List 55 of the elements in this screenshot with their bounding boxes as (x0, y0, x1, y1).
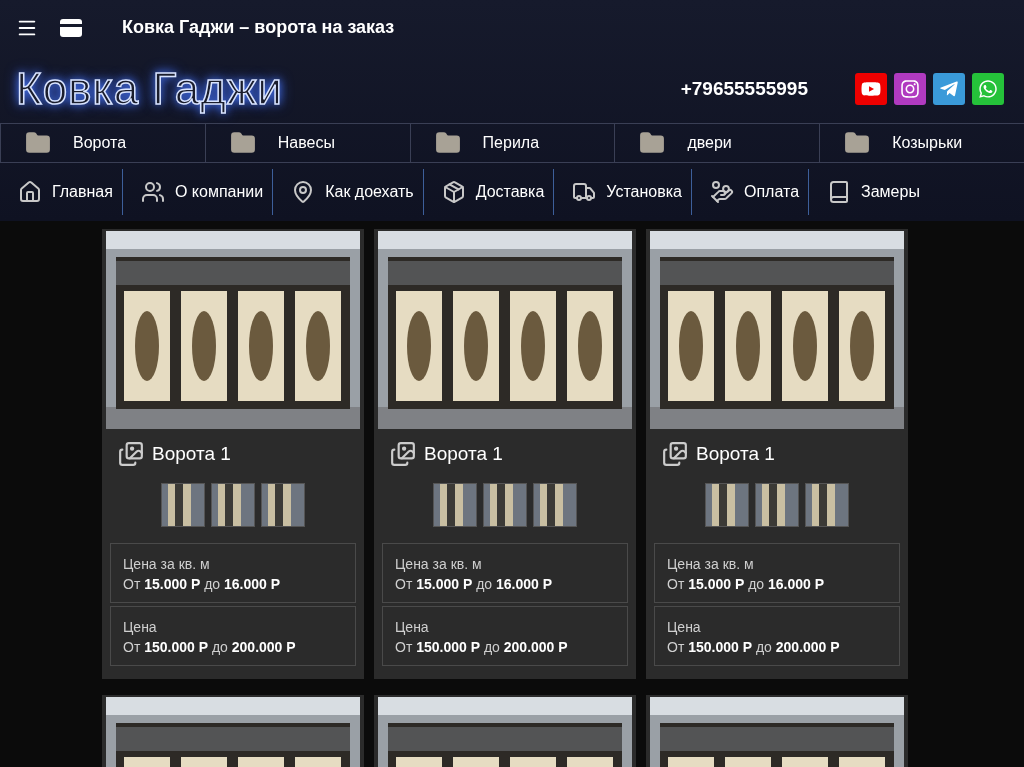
nav-link[interactable]: Главная (0, 169, 123, 215)
price-label: Цена (667, 618, 702, 637)
thumbnail-image[interactable] (805, 483, 849, 527)
nav-link[interactable]: Замеры (809, 169, 929, 215)
thumbnail-image[interactable] (211, 483, 255, 527)
nav-link[interactable]: Как доехать (273, 169, 424, 215)
nav-link[interactable]: О компании (122, 169, 274, 215)
thumbnail-image[interactable] (161, 483, 205, 527)
folder-icon (25, 130, 51, 156)
price-range: От 15.000 Р до 16.000 Р (667, 575, 826, 594)
folder-icon (434, 130, 461, 156)
category-tab[interactable]: Козырьки (819, 124, 1024, 162)
window-icon (60, 18, 82, 37)
price-label: Цена (123, 618, 158, 637)
product-title[interactable]: Ворота 1 (696, 443, 775, 465)
price-range: От 150.000 Р до 200.000 Р (667, 638, 841, 657)
price-range: От 15.000 Р до 16.000 Р (123, 575, 282, 594)
thumbnail-image[interactable] (433, 483, 477, 527)
people-icon (140, 180, 165, 204)
money-hand-icon (710, 180, 734, 204)
category-tab[interactable]: двери (614, 124, 820, 162)
category-tab[interactable]: Навесы (204, 124, 410, 162)
folder-icon (639, 130, 666, 156)
nav-link[interactable]: Установка (554, 169, 692, 215)
telegram-icon[interactable] (933, 73, 965, 105)
home-icon (18, 180, 42, 204)
instagram-icon[interactable] (894, 73, 926, 105)
thumbnail-image[interactable] (261, 483, 305, 527)
price-range: От 150.000 Р до 200.000 Р (123, 638, 297, 657)
thumbnail-image[interactable] (755, 483, 799, 527)
price-label: Цена за кв. м (667, 555, 755, 574)
thumbnail-image[interactable] (483, 483, 527, 527)
thumbnail-image[interactable] (533, 483, 577, 527)
price-label: Цена (395, 618, 430, 637)
gallery-icon (662, 441, 688, 467)
truck-icon (572, 180, 597, 204)
product-title[interactable]: Ворота 1 (152, 443, 231, 465)
gallery-icon (390, 441, 416, 467)
price-label: Цена за кв. м (395, 555, 483, 574)
price-label: Цена за кв. м (123, 555, 211, 574)
package-icon (441, 180, 466, 204)
folder-icon (229, 130, 256, 156)
category-tab[interactable]: Перила (409, 124, 615, 162)
thumbnail-image[interactable] (705, 483, 749, 527)
category-tab[interactable]: Ворота (0, 124, 205, 162)
nav-link[interactable]: Оплата (692, 169, 810, 215)
window-title: Ковка Гаджи – ворота на заказ (122, 17, 395, 38)
folder-icon (844, 130, 871, 156)
price-range: От 15.000 Р до 16.000 Р (395, 575, 554, 594)
youtube-icon[interactable] (855, 73, 887, 105)
price-range: От 150.000 Р до 200.000 Р (395, 638, 569, 657)
gallery-icon (118, 441, 144, 467)
product-title[interactable]: Ворота 1 (424, 443, 503, 465)
nav-link[interactable]: Доставка (423, 169, 555, 215)
phone-number[interactable]: +79655555995 (680, 78, 808, 100)
